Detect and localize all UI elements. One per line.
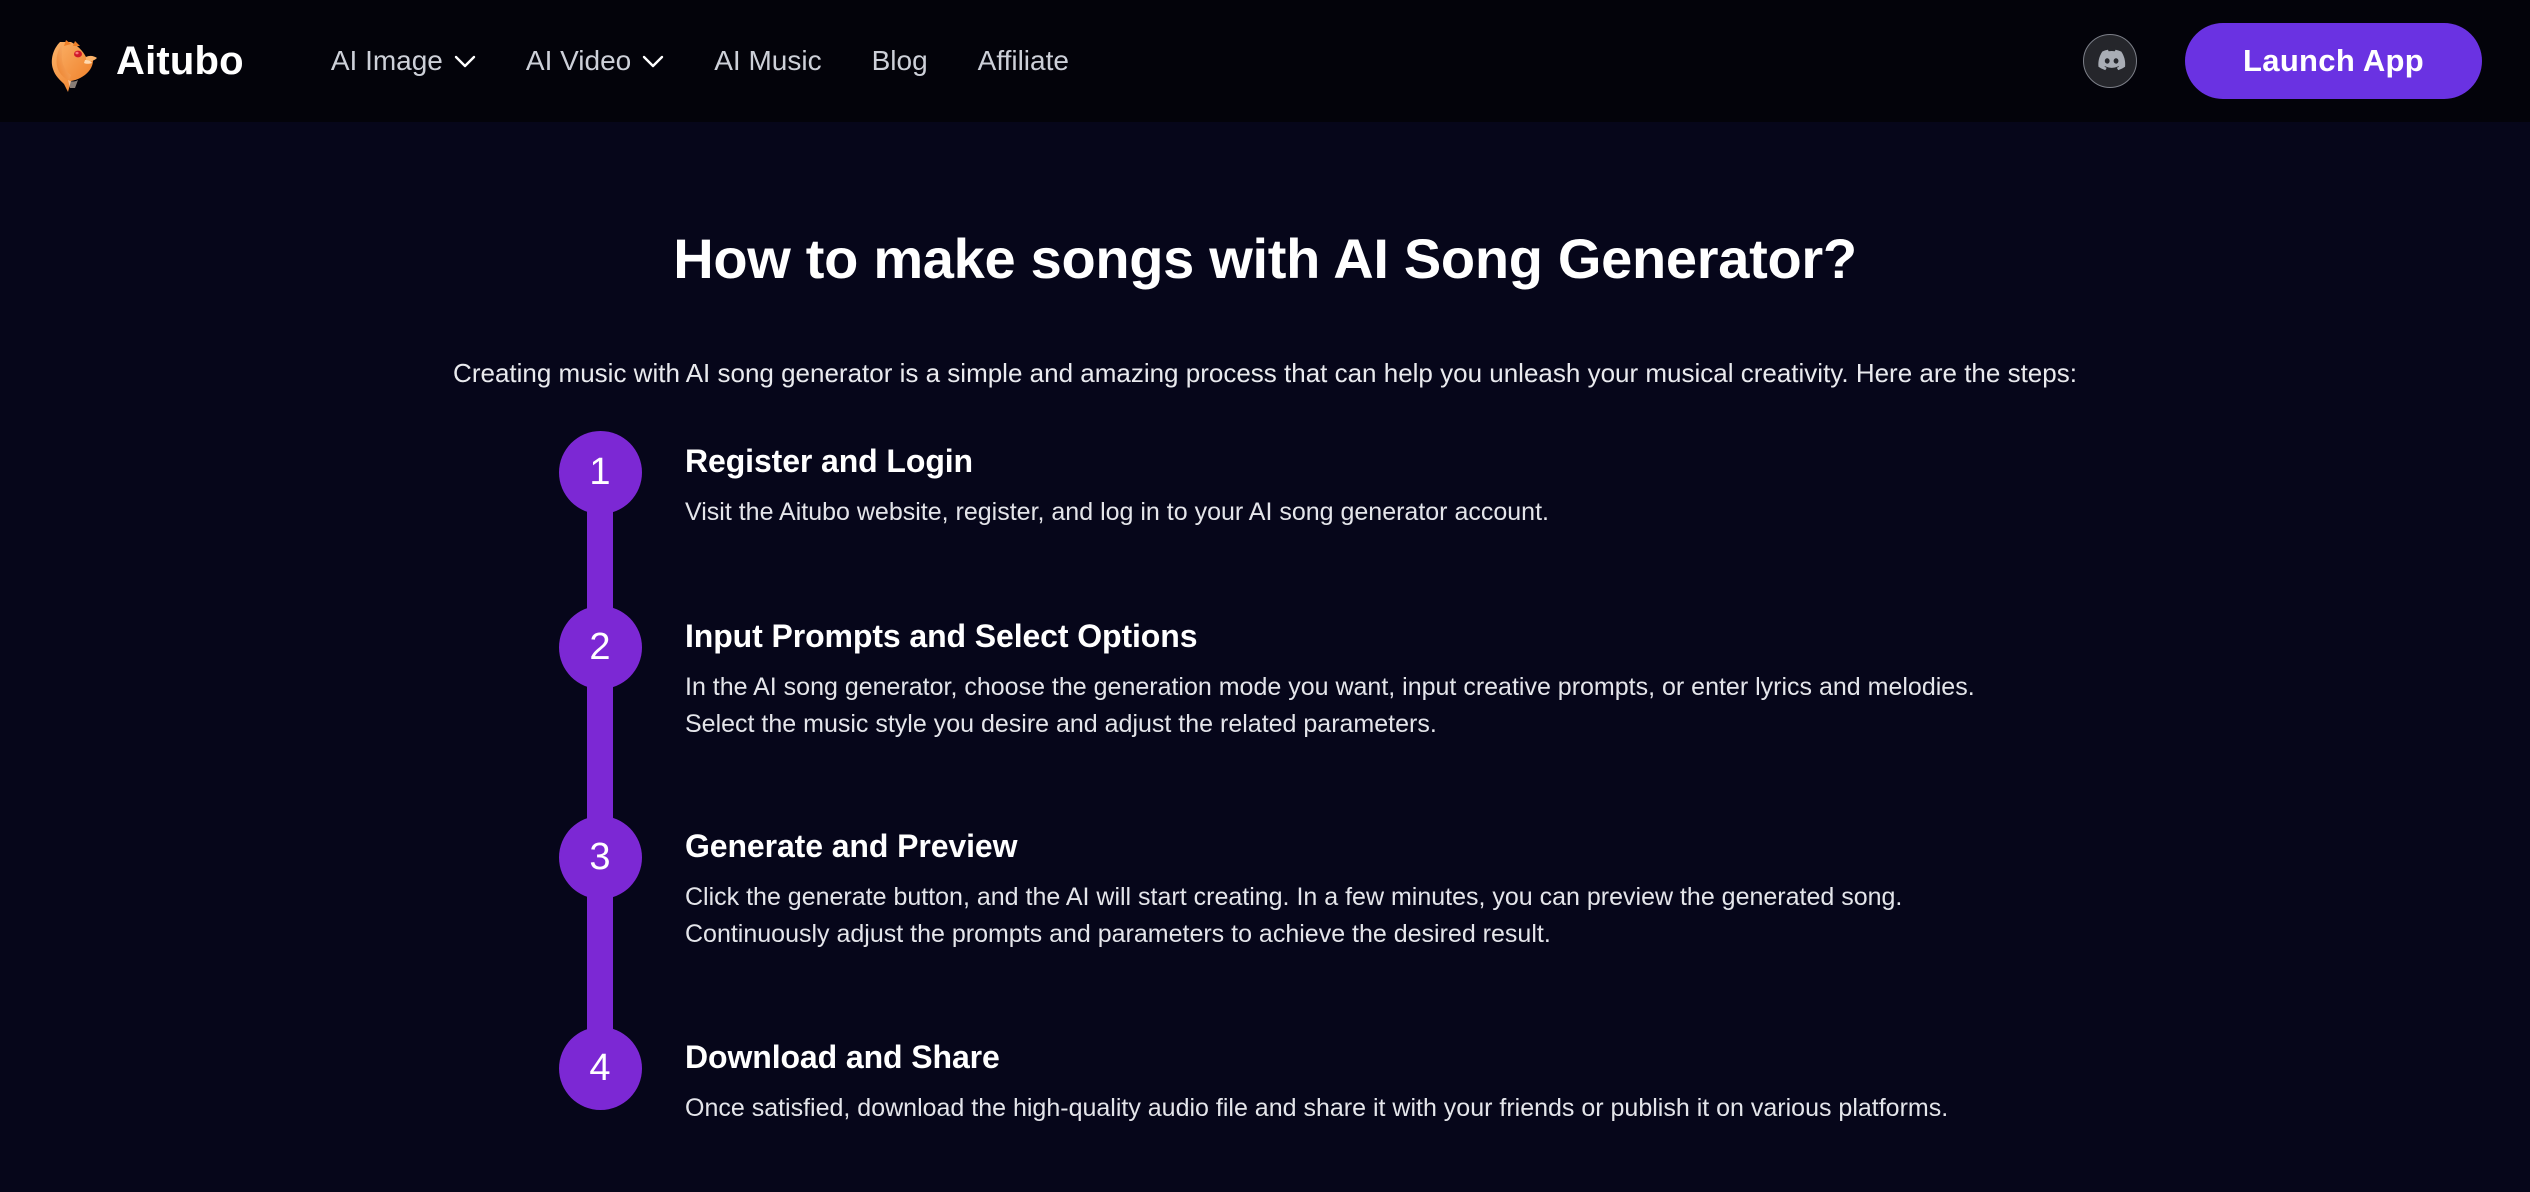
- how-to-section: How to make songs with AI Song Generator…: [0, 122, 2530, 1192]
- step-item: 4 Download and Share Once satisfied, dow…: [545, 1025, 2530, 1145]
- chevron-down-icon: [454, 55, 476, 68]
- nav-item-blog[interactable]: Blog: [847, 47, 953, 75]
- nav-item-label: AI Music: [714, 45, 822, 76]
- step-title: Generate and Preview: [685, 827, 1018, 864]
- nav-item-label: Affiliate: [977, 45, 1069, 76]
- step-content: Generate and Preview Click the generate …: [655, 814, 2530, 953]
- step-number-badge: 2: [558, 605, 642, 689]
- section-subtitle: Creating music with AI song generator is…: [453, 357, 2077, 388]
- main-navigation: AI Image AI Video AI Music Blog Affiliat…: [306, 47, 1094, 75]
- step-title: Download and Share: [685, 1038, 1000, 1075]
- step-description: Once satisfied, download the high-qualit…: [685, 1093, 1949, 1122]
- step-title: Register and Login: [685, 442, 973, 479]
- launch-app-button[interactable]: Launch App: [2185, 23, 2482, 99]
- discord-link-button[interactable]: [2083, 34, 2138, 88]
- step-content: Download and Share Once satisfied, downl…: [655, 1025, 2530, 1127]
- step-marker-column: 3: [545, 814, 655, 1067]
- header-actions: Launch App: [2083, 23, 2482, 99]
- nav-item-affiliate[interactable]: Affiliate: [953, 47, 1094, 75]
- steps-timeline: 1 Register and Login Visit the Aitubo we…: [0, 429, 2530, 1145]
- page-title: How to make songs with AI Song Generator…: [673, 227, 1857, 290]
- nav-item-label: Blog: [871, 45, 928, 76]
- step-description: Click the generate button, and the AI wi…: [685, 882, 1903, 948]
- step-item: 1 Register and Login Visit the Aitubo we…: [545, 429, 2530, 646]
- step-description: Visit the Aitubo website, register, and …: [685, 497, 1549, 526]
- step-title: Input Prompts and Select Options: [685, 617, 1198, 654]
- step-content: Input Prompts and Select Options In the …: [655, 604, 2530, 743]
- step-description: In the AI song generator, choose the gen…: [685, 672, 1975, 738]
- step-number-badge: 3: [558, 815, 642, 899]
- nav-item-ai-image[interactable]: AI Image: [306, 47, 501, 75]
- chevron-down-icon: [642, 55, 664, 68]
- brand-name: Aitubo: [116, 38, 244, 83]
- step-marker-column: 4: [545, 1025, 655, 1110]
- nav-item-label: AI Image: [330, 45, 443, 76]
- step-item: 2 Input Prompts and Select Options In th…: [545, 604, 2530, 856]
- step-item: 3 Generate and Preview Click the generat…: [545, 814, 2530, 1067]
- nav-item-label: AI Video: [525, 45, 632, 76]
- step-number-badge: 1: [558, 430, 642, 514]
- step-number-badge: 4: [558, 1026, 642, 1110]
- discord-icon: [2094, 45, 2126, 77]
- nav-item-ai-music[interactable]: AI Music: [689, 47, 846, 75]
- aitubo-mascot-logo-icon: [44, 30, 100, 92]
- step-content: Register and Login Visit the Aitubo webs…: [655, 429, 2530, 531]
- brand-logo-link[interactable]: Aitubo: [44, 30, 244, 92]
- site-header: Aitubo AI Image AI Video AI Music Blog A…: [0, 0, 2530, 122]
- step-marker-column: 1: [545, 429, 655, 646]
- nav-item-ai-video[interactable]: AI Video: [501, 47, 689, 75]
- step-marker-column: 2: [545, 604, 655, 856]
